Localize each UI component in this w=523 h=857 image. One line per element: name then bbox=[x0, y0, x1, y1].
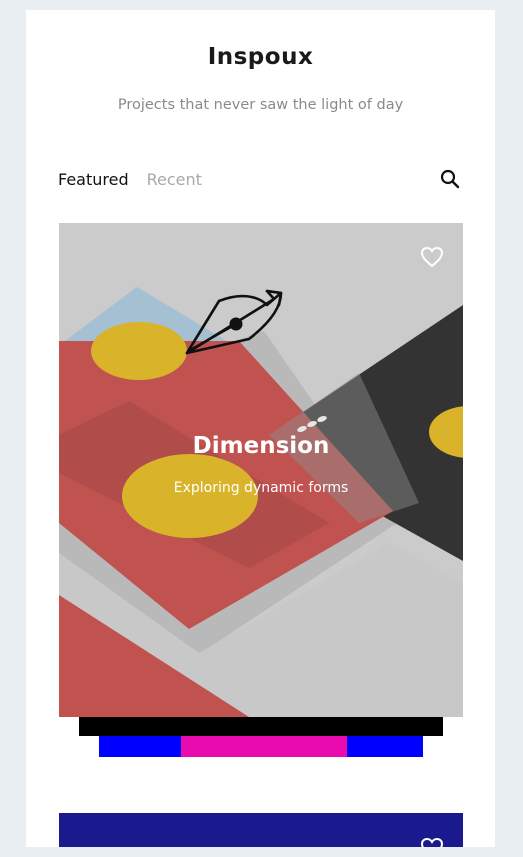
app-title: Inspoux bbox=[207, 44, 314, 70]
card-description: Exploring dynamic forms bbox=[173, 480, 349, 496]
heart-icon[interactable] bbox=[420, 246, 444, 268]
tab-bar: Featured Recent bbox=[58, 170, 202, 192]
card-stack-layer-pink bbox=[181, 736, 347, 757]
card-stack-layer-blue bbox=[99, 736, 423, 757]
tab-recent[interactable]: Recent bbox=[147, 170, 202, 192]
project-card-next[interactable] bbox=[59, 813, 463, 847]
heart-icon[interactable] bbox=[420, 837, 444, 847]
app-subtitle: Projects that never saw the light of day bbox=[117, 97, 404, 113]
tab-featured[interactable]: Featured bbox=[58, 170, 129, 192]
card-stack-layer-black bbox=[79, 717, 443, 736]
card-title: Dimension bbox=[192, 433, 330, 459]
project-card-dimension[interactable]: Dimension Exploring dynamic forms bbox=[59, 223, 463, 717]
search-icon[interactable] bbox=[439, 168, 461, 190]
card-illustration bbox=[59, 223, 463, 717]
app-container: Inspoux Projects that never saw the ligh… bbox=[26, 10, 495, 847]
